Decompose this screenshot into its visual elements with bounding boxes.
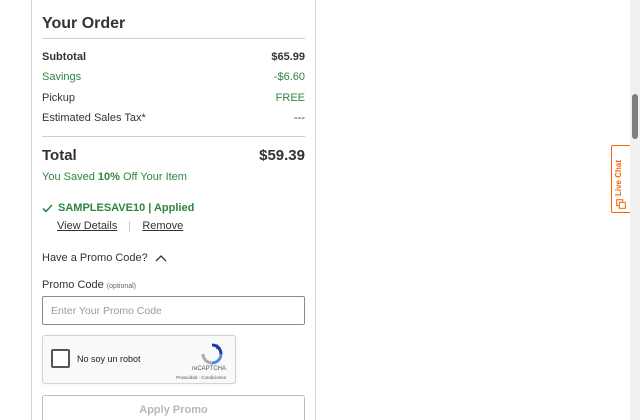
optional-hint: (optional) bbox=[106, 283, 137, 290]
promo-question: Have a Promo Code? bbox=[42, 252, 148, 264]
pickup-label: Pickup bbox=[42, 92, 76, 104]
recaptcha-terms[interactable]: Privacidad - Condiciones bbox=[176, 375, 226, 380]
scrollbar-track[interactable] bbox=[630, 0, 640, 420]
saved-prefix: You Saved bbox=[42, 171, 98, 183]
remove-promo-link[interactable]: Remove bbox=[142, 220, 183, 232]
tax-row: Estimated Sales Tax* --- bbox=[42, 112, 305, 124]
view-details-link[interactable]: View Details bbox=[57, 220, 117, 232]
applied-promo-text: SAMPLESAVE10 | Applied bbox=[58, 202, 195, 214]
savings-value: -$6.60 bbox=[273, 71, 305, 83]
promo-code-label: Promo Code (optional) bbox=[42, 279, 136, 291]
promo-toggle[interactable]: Have a Promo Code? bbox=[42, 252, 167, 264]
applied-promo: SAMPLESAVE10 | Applied bbox=[42, 202, 194, 214]
total-value: $59.39 bbox=[259, 147, 305, 164]
subtotal-label: Subtotal bbox=[42, 51, 86, 63]
recaptcha-widget: No soy un robot reCAPTCHA Privacidad - C… bbox=[42, 335, 236, 384]
apply-promo-button[interactable]: Apply Promo bbox=[42, 395, 305, 420]
scrollbar-thumb[interactable] bbox=[632, 94, 638, 139]
saved-suffix: Off Your Item bbox=[119, 171, 187, 183]
order-summary-panel: Your Order Subtotal $65.99 Savings -$6.6… bbox=[31, 0, 316, 420]
pickup-value: FREE bbox=[275, 92, 305, 104]
total-row: Total $59.39 bbox=[42, 147, 305, 164]
promo-code-input[interactable] bbox=[42, 296, 305, 325]
check-icon bbox=[42, 203, 53, 213]
order-title: Your Order bbox=[42, 15, 126, 32]
savings-label: Savings bbox=[42, 71, 82, 83]
tax-value: --- bbox=[294, 112, 305, 124]
total-label: Total bbox=[42, 147, 77, 164]
recaptcha-checkbox[interactable] bbox=[51, 349, 70, 368]
tax-label: Estimated Sales Tax* bbox=[42, 112, 146, 124]
recaptcha-icon bbox=[201, 343, 223, 365]
savings-row: Savings -$6.60 bbox=[42, 71, 305, 83]
divider bbox=[42, 38, 305, 39]
saved-percent: 10% bbox=[97, 171, 120, 183]
live-chat-tab[interactable]: Live Chat bbox=[611, 145, 630, 213]
promo-label-text: Promo Code bbox=[42, 279, 104, 291]
chat-bubble-icon bbox=[616, 199, 626, 209]
subtotal-row: Subtotal $65.99 bbox=[42, 51, 305, 63]
savings-message: You Saved 10% Off Your Item bbox=[42, 171, 187, 183]
promo-links: View Details Remove bbox=[57, 220, 183, 232]
subtotal-value: $65.99 bbox=[271, 51, 305, 63]
divider bbox=[42, 136, 305, 137]
link-separator bbox=[129, 220, 131, 232]
recaptcha-label: No soy un robot bbox=[77, 354, 141, 364]
live-chat-label: Live Chat bbox=[614, 159, 623, 196]
recaptcha-brand: reCAPTCHA bbox=[191, 366, 226, 372]
pickup-row: Pickup FREE bbox=[42, 92, 305, 104]
chevron-up-icon bbox=[155, 255, 167, 262]
